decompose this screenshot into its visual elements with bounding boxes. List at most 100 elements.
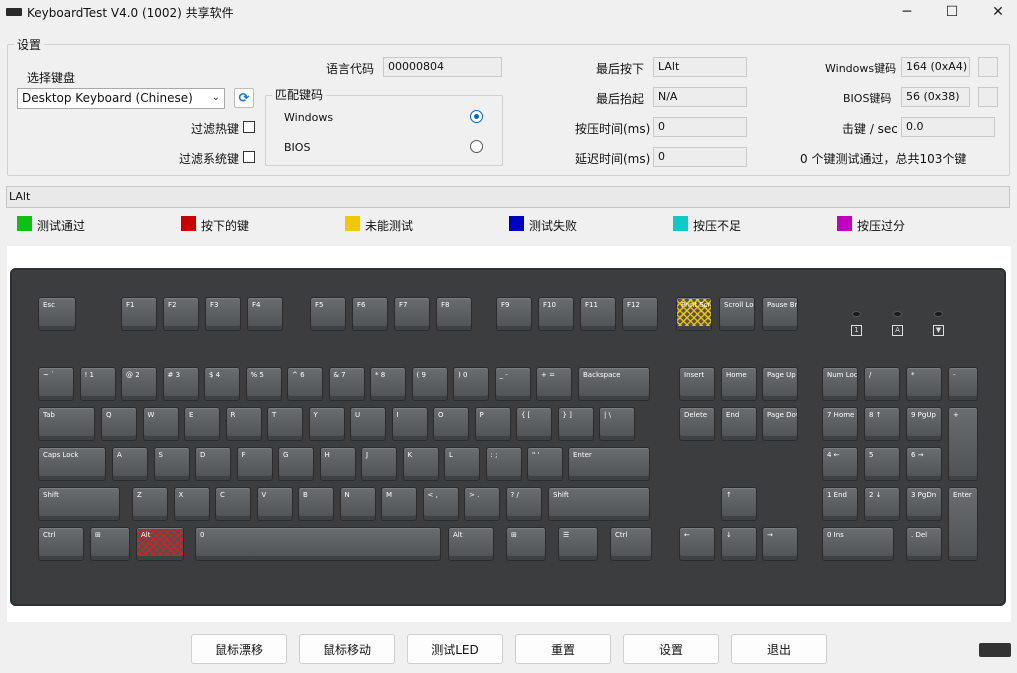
key-numpad: 2 ↓ — [864, 487, 900, 521]
keystrokes-per-sec-field: 0.0 — [901, 117, 995, 137]
key-numpad: 6 → — [906, 447, 942, 481]
test-led-button[interactable]: 测试LED — [407, 634, 503, 664]
key-f5: F5 — [310, 297, 346, 331]
reset-button[interactable]: 重置 — [515, 634, 611, 664]
key-row1: # 3 — [162, 367, 199, 401]
refresh-button[interactable]: ⟳ — [234, 88, 254, 108]
key-row2: T — [267, 407, 303, 441]
key-numpad: 1 End — [822, 487, 858, 521]
last-up-field: N/A — [653, 87, 747, 107]
key-row2: U — [350, 407, 386, 441]
key-row2: W — [142, 407, 179, 441]
scroll-lock-led-label: ▼ — [933, 325, 944, 336]
filter-system-keys-label: 过滤系统键 — [179, 152, 240, 166]
legend-swatch — [17, 216, 32, 231]
windows-key-icon: ⊞ — [506, 527, 546, 561]
key-row4: ? / — [505, 487, 542, 521]
key-row1: * 8 — [370, 367, 406, 401]
key-row1: % 5 — [245, 367, 282, 401]
key-numpad: 9 PgUp — [906, 407, 942, 441]
key-numpad: * — [906, 367, 942, 401]
key-esc: Esc — [38, 297, 76, 331]
key-row4: V — [256, 487, 293, 521]
key-row2: P — [474, 407, 511, 441]
legend-swatch — [345, 216, 360, 231]
match-keycode-group — [265, 95, 503, 166]
refresh-icon: ⟳ — [238, 90, 250, 106]
key-row3: " ' — [527, 447, 563, 481]
press-time-label: 按压时间(ms) — [575, 122, 651, 136]
key-row1: ^ 6 — [287, 367, 323, 401]
windows-radio[interactable] — [470, 110, 483, 123]
key-row3: G — [278, 447, 314, 481]
close-button[interactable]: ✕ — [975, 0, 1017, 24]
settings-group-label: 设置 — [14, 36, 45, 53]
chevron-down-icon: ⌄ — [211, 92, 220, 103]
filter-hotkeys-checkbox[interactable] — [243, 121, 255, 133]
key-row1: ~ ` — [38, 367, 74, 401]
key-row3: F — [236, 447, 273, 481]
key-numpad: 4 ← — [822, 447, 858, 481]
key-f1: F1 — [121, 297, 157, 331]
key-caps-lock: Caps Lock — [38, 447, 106, 481]
language-code-field: 00000804 — [383, 57, 502, 77]
key-row2: R — [225, 407, 262, 441]
delay-time-field: 0 — [653, 147, 747, 167]
match-keycode-label: 匹配键码 — [272, 86, 327, 103]
legend-swatch — [181, 216, 196, 231]
minimize-button[interactable]: ─ — [884, 0, 930, 24]
key-row4: < , — [422, 487, 459, 521]
filter-system-keys-checkbox[interactable] — [243, 151, 255, 163]
keyboard-select[interactable]: Desktop Keyboard (Chinese) ⌄ — [17, 88, 225, 109]
key-row2: Y — [308, 407, 345, 441]
key-row3: S — [153, 447, 190, 481]
indicator-led — [894, 312, 901, 316]
bios-radio[interactable] — [470, 140, 483, 153]
windows-code-indicator — [978, 57, 998, 77]
key-f11: F11 — [580, 297, 616, 331]
exit-button[interactable]: 退出 — [731, 634, 827, 664]
key-f4: F4 — [247, 297, 283, 331]
key-row4: B — [298, 487, 334, 521]
key-left-alt: Alt — [136, 527, 184, 561]
settings-button[interactable]: 设置 — [623, 634, 719, 664]
key-row1: @ 2 — [121, 367, 157, 401]
keyboard-select-value: Desktop Keyboard (Chinese) — [22, 91, 193, 105]
bios-code-indicator — [978, 87, 998, 107]
key-row2: | \ — [599, 407, 635, 441]
key-numpad: 7 Home — [822, 407, 858, 441]
key-arrow-left: ← — [679, 527, 715, 561]
key-numpad: + — [948, 407, 978, 481]
legend-swatch — [837, 216, 852, 231]
mouse-move-button[interactable]: 鼠标移动 — [299, 634, 395, 664]
maximize-button[interactable]: ☐ — [929, 0, 975, 24]
key-row1: ! 1 — [79, 367, 116, 401]
key-numpad: . Del — [906, 527, 942, 561]
key-row3: : ; — [485, 447, 522, 481]
key-numpad: / — [864, 367, 900, 401]
key-numpad: 3 PgDn — [906, 487, 942, 521]
key-print-screen: Print Screen SysRq — [676, 297, 712, 331]
key-f7: F7 — [394, 297, 430, 331]
key-log-field: LAlt — [6, 186, 1010, 208]
key-arrow-up: ↑ — [721, 487, 757, 521]
key-row3: D — [195, 447, 231, 481]
key-arrow-right: → — [762, 527, 798, 561]
mouse-drift-button[interactable]: 鼠标漂移 — [191, 634, 287, 664]
key-f6: F6 — [352, 297, 388, 331]
key-numpad: 0 Ins — [822, 527, 894, 561]
key-numpad: 8 ↑ — [864, 407, 900, 441]
last-up-label: 最后抬起 — [596, 92, 645, 106]
key-row4: N — [339, 487, 376, 521]
filter-hotkeys-label: 过滤热键 — [191, 122, 240, 136]
key-f10: F10 — [538, 297, 574, 331]
windows-code-label: Windows键码 — [825, 62, 897, 75]
key-nav: Home — [721, 367, 757, 401]
bios-radio-label: BIOS — [284, 141, 311, 154]
select-keyboard-label: 选择键盘 — [27, 71, 76, 85]
key-nav: Page Down — [762, 407, 798, 441]
window-title: KeyboardTest V4.0 (1002) 共享软件 — [27, 6, 234, 20]
test-summary: 0 个键测试通过，总共103个键 — [800, 152, 967, 166]
key-row1: $ 4 — [204, 367, 240, 401]
windows-key-icon: ⊞ — [90, 527, 130, 561]
